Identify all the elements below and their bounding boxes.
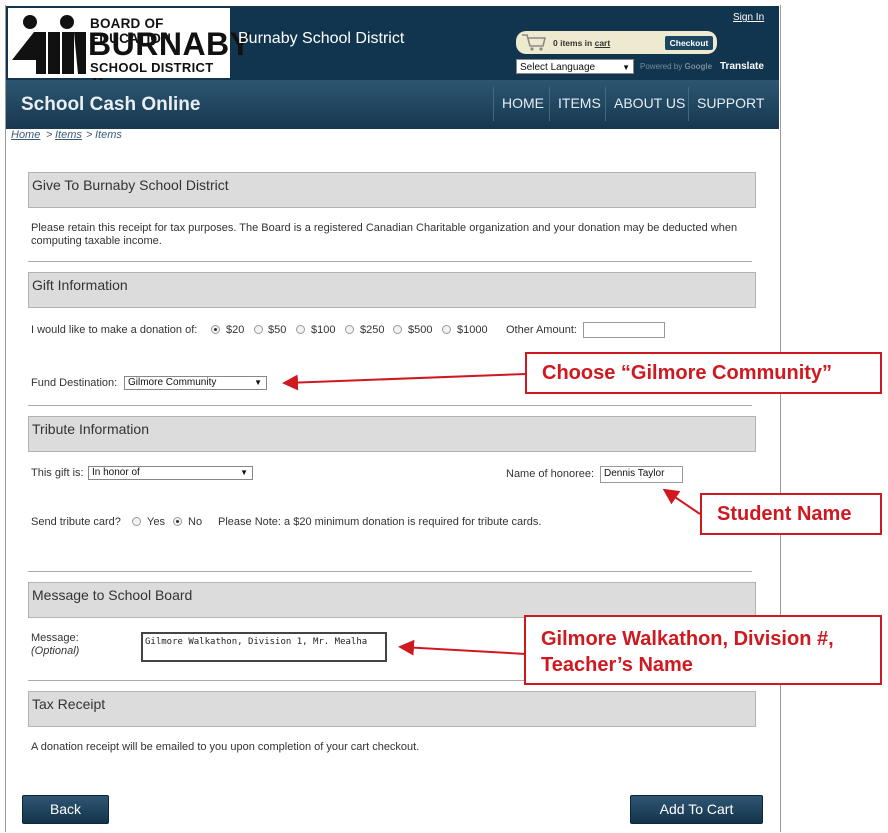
donation-radio-100[interactable] [296,325,305,334]
divider [28,571,752,572]
divider [28,405,752,406]
other-amount-input[interactable] [583,322,665,338]
dropdown-arrow-icon: ▼ [240,468,248,477]
cart-count-text: 0 items in [553,38,593,48]
tax-purpose-note: Please retain this receipt for tax purpo… [31,222,738,247]
other-amount-label: Other Amount: [506,324,577,336]
tribute-card-yes-radio[interactable] [132,517,141,526]
nav-support[interactable]: SUPPORT [697,95,764,111]
nav-divider [493,87,494,121]
add-to-cart-button[interactable]: Add To Cart [630,795,763,824]
sign-in-link[interactable]: Sign In [733,12,764,23]
site-title: Burnaby School District [238,30,405,47]
divider [28,261,752,262]
donation-option-label: $250 [360,324,385,336]
breadcrumb-home[interactable]: Home [11,129,40,141]
logo-line2: BURNABY [88,26,252,62]
section-give-title: Give To Burnaby School District [28,172,756,208]
section-tribute-title: Tribute Information [28,416,756,452]
district-logo[interactable]: BOARD OF EDUCATION BURNABY SCHOOL DISTRI… [8,8,251,90]
nav-about[interactable]: ABOUT US [614,95,685,111]
tribute-card-note: Please Note: a $20 minimum donation is r… [218,516,542,528]
message-label: Message: [31,632,79,644]
donation-label: I would like to make a donation of: [31,324,198,336]
fund-destination-value: Gilmore Community [128,377,217,388]
breadcrumb-items[interactable]: Items [55,129,82,141]
callout-fund: Choose “Gilmore Community” [525,352,882,394]
donation-radio-20[interactable] [211,325,220,334]
donation-option-label: $1000 [457,324,488,336]
donation-option-label: $20 [226,324,245,336]
callout-message-line1: Gilmore Walkathon, Division #, [541,628,834,650]
language-select-value: Select Language [520,62,596,73]
powered-by: Powered by Google [640,62,712,71]
cart-link[interactable]: cart [595,38,611,48]
app-title: School Cash Online [21,94,201,115]
donation-radio-50[interactable] [254,325,263,334]
tribute-card-no-label: No [188,516,203,528]
tribute-card-label: Send tribute card? [31,516,121,528]
gift-is-select[interactable]: In honor of ▼ [88,466,253,480]
people-logo-icon [12,15,86,74]
breadcrumb-sep: > [46,129,53,141]
tribute-card-no-radio[interactable] [173,517,182,526]
honoree-input[interactable]: Dennis Taylor [600,466,683,483]
callout-message: Gilmore Walkathon, Division #, Teacher’s… [524,615,882,685]
section-message-title: Message to School Board [28,582,756,618]
gift-is-value: In honor of [92,467,140,478]
back-button[interactable]: Back [22,795,109,824]
donation-option-label: $500 [408,324,433,336]
language-select[interactable]: Select Language ▼ [516,59,634,74]
tax-receipt-note: A donation receipt will be emailed to yo… [31,741,420,753]
google-logo: Google [684,62,713,71]
breadcrumb-current: Items [95,129,122,141]
powered-by-text: Powered by [640,62,683,71]
checkout-button[interactable]: Checkout [665,36,713,50]
message-textarea[interactable]: Gilmore Walkathon, Division 1, Mr. Mealh… [141,632,387,662]
message-optional: (Optional) [31,645,80,657]
tribute-card-yes-label: Yes [147,516,165,528]
nav-home[interactable]: HOME [502,95,544,111]
dropdown-arrow-icon: ▼ [254,378,262,387]
nav-divider [549,87,550,121]
gift-is-label: This gift is: [31,467,84,479]
nav-divider [605,87,606,121]
callout-message-line2: Teacher’s Name [541,654,693,676]
donation-radio-1000[interactable] [442,325,451,334]
donation-radio-250[interactable] [345,325,354,334]
donation-radio-500[interactable] [393,325,402,334]
fund-destination-label: Fund Destination: [31,377,118,389]
nav-divider [688,87,689,121]
translate-link[interactable]: Translate [720,61,764,72]
cart-count: 0 items in cart [553,38,610,48]
donation-option-label: $50 [268,324,287,336]
dropdown-arrow-icon: ▼ [622,63,630,72]
callout-student-name: Student Name [700,493,882,535]
honoree-label: Name of honoree: [506,468,595,480]
section-gift-title: Gift Information [28,272,756,308]
section-tax-title: Tax Receipt [28,691,756,727]
nav-items[interactable]: ITEMS [558,95,601,111]
breadcrumb-sep: > [86,129,93,141]
fund-destination-select[interactable]: Gilmore Community ▼ [124,376,267,390]
shopping-cart-icon[interactable] [521,33,547,51]
donation-option-label: $100 [311,324,336,336]
